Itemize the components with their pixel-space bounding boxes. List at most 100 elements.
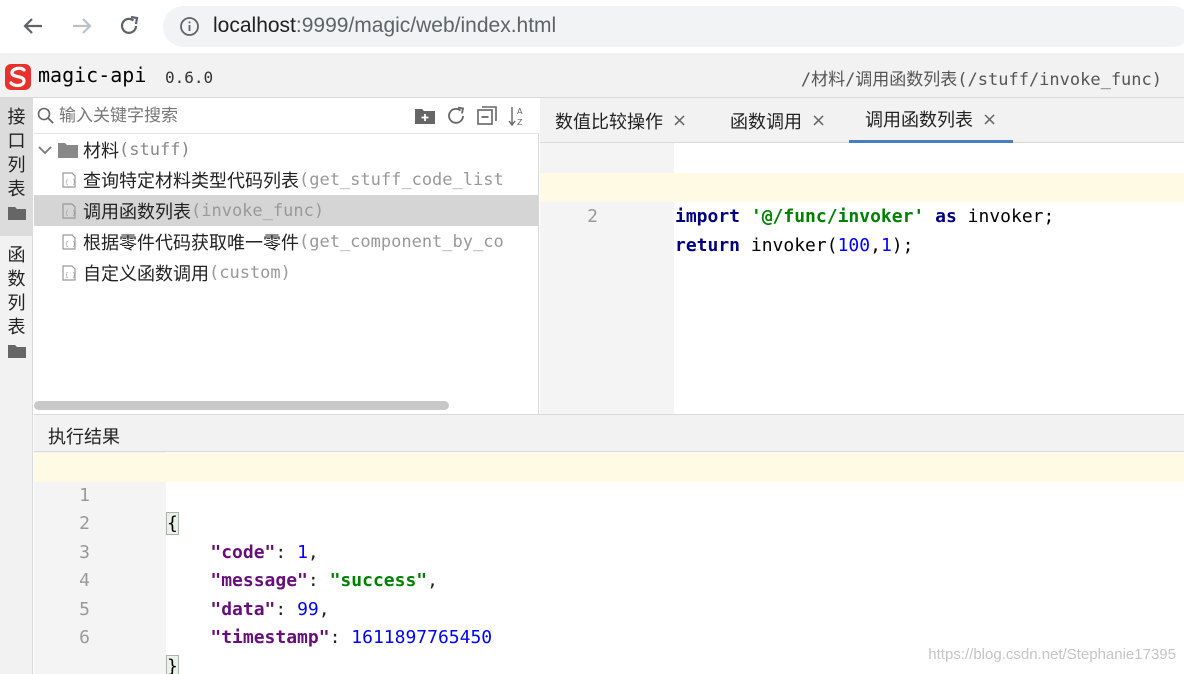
back-arrow-icon[interactable] <box>18 11 48 41</box>
refresh-icon[interactable] <box>445 105 467 127</box>
code-call: invoker( <box>750 235 838 256</box>
json-brace: } <box>166 654 179 674</box>
file-icon: { } <box>62 233 76 250</box>
code-keyword: as <box>935 206 957 227</box>
svg-text:{ }: { } <box>65 210 76 217</box>
url-host: localhost <box>213 14 296 37</box>
result-panel-header[interactable]: 执行结果 <box>34 414 1184 452</box>
tab-number-compare[interactable]: 数值比较操作 × <box>555 98 687 143</box>
result-line: 4 "data": 99, <box>34 539 1184 620</box>
side-tab-function-list[interactable]: 函 数 列 表 <box>0 244 33 374</box>
side-tab-api-list[interactable]: 接 口 列 表 <box>0 98 33 236</box>
tree-item[interactable]: { } 根据零件代码获取唯一零件 (get_component_by_co <box>34 226 539 257</box>
tree-item-path: (get_stuff_code_list <box>299 169 504 190</box>
svg-text:{ }: { } <box>65 272 76 279</box>
code-number: 100 <box>837 235 871 256</box>
code-line: 1 import '@/func/invoker' as invoker; <box>540 144 1184 227</box>
json-key: "timestamp" <box>210 627 330 648</box>
code-identifier: invoker; <box>967 206 1055 227</box>
side-tab-char: 表 <box>7 179 26 200</box>
side-tab-bar: 接 口 列 表 函 数 列 表 <box>0 98 33 674</box>
tree-group-path: (stuff) <box>119 139 191 160</box>
side-tab-char: 数 <box>7 269 26 290</box>
tree-group-label: 材料 <box>83 140 119 162</box>
result-line: 3 "message": "success", <box>34 510 1184 592</box>
side-tab-char: 口 <box>7 131 26 152</box>
tree-item-selected[interactable]: { } 调用函数列表 (invoke_func) <box>34 195 539 226</box>
close-icon[interactable]: × <box>982 109 997 130</box>
reload-icon[interactable] <box>114 11 144 41</box>
svg-text:A: A <box>517 107 523 116</box>
code-punct: ); <box>891 235 914 256</box>
result-viewer[interactable]: 1 { 2 "code": 1, 3 "message": "success",… <box>34 452 1184 674</box>
side-tab-char: 表 <box>7 317 26 338</box>
result-line: 2 "code": 1, <box>34 482 1184 563</box>
file-icon: { } <box>62 264 76 281</box>
tree-group-row[interactable]: 材料 (stuff) <box>34 134 539 165</box>
file-icon: { } <box>62 202 76 219</box>
collapse-icon[interactable] <box>476 105 498 127</box>
app-name: magic-api <box>38 63 147 87</box>
info-icon[interactable] <box>179 16 200 37</box>
tab-label: 函数调用 <box>730 111 802 133</box>
code-string: '@/func/invoker' <box>750 206 925 227</box>
folder-icon <box>58 142 78 158</box>
app-header: magic-api 0.6.0 /材料/调用函数列表(/stuff/invoke… <box>0 53 1184 98</box>
api-tree-panel: AZ 材料(stuff) { } 查询特定材料类型代码列表(get_stuff_… <box>34 98 539 414</box>
tree-item-label: 查询特定材料类型代码列表 <box>83 170 299 192</box>
tree-item-path: (invoke_func) <box>191 200 325 221</box>
result-line-current: 1 { <box>34 453 1184 535</box>
result-line: 6 } <box>34 596 1184 674</box>
result-title: 执行结果 <box>48 427 120 448</box>
url-path: :9999/magic/web/index.html <box>295 14 557 37</box>
tree-item-label: 调用函数列表 <box>83 201 191 223</box>
code-punct: , <box>870 235 881 256</box>
side-tab-char: 接 <box>7 107 26 128</box>
script-editor[interactable]: 1 import '@/func/invoker' as invoker; 2 … <box>540 143 1184 414</box>
app-version: 0.6.0 <box>165 68 214 87</box>
folder-icon <box>7 207 26 220</box>
search-input[interactable] <box>59 103 409 129</box>
tree-item-path: (custom) <box>209 262 291 283</box>
code-number: 1 <box>880 235 892 256</box>
address-bar[interactable]: localhost:9999/magic/web/index.html <box>163 6 1184 47</box>
folder-icon <box>7 345 26 358</box>
sort-icon[interactable]: AZ <box>507 105 529 127</box>
browser-toolbar: localhost:9999/magic/web/index.html <box>0 0 1184 53</box>
close-icon[interactable]: × <box>672 110 687 131</box>
editor-tab-bar: 数值比较操作 × 函数调用 × 调用函数列表 × <box>540 98 1184 143</box>
file-icon: { } <box>62 171 76 188</box>
line-number: 6 <box>79 627 90 648</box>
tree-item[interactable]: { } 自定义函数调用 (custom) <box>34 257 539 288</box>
code-line-current: 2 return invoker(100,1); <box>540 173 1184 256</box>
tree-horizontal-scrollbar[interactable] <box>34 401 449 410</box>
tree-item-path: (get_component_by_co <box>299 231 504 252</box>
code-keyword: return <box>675 235 741 256</box>
tree-item-label: 自定义函数调用 <box>83 263 209 285</box>
tree-item[interactable]: { } 查询特定材料类型代码列表 (get_stuff_code_list <box>34 164 539 195</box>
current-api-path: /材料/调用函数列表(/stuff/invoke_func) <box>800 70 1162 90</box>
forward-arrow-icon[interactable] <box>67 11 97 41</box>
side-tab-char: 函 <box>7 245 26 266</box>
tree-toolbar: AZ <box>34 98 539 134</box>
tab-label: 调用函数列表 <box>865 110 973 131</box>
line-number: 2 <box>587 206 598 227</box>
svg-text:Z: Z <box>517 118 523 127</box>
watermark: https://blog.csdn.net/Stephanie17395 <box>928 646 1176 663</box>
tree-item-label: 根据零件代码获取唯一零件 <box>83 232 299 254</box>
result-line: 5 "timestamp": 1611897765450 <box>34 567 1184 649</box>
side-tab-char: 列 <box>7 293 26 314</box>
magic-api-logo <box>4 63 32 91</box>
svg-text:{ }: { } <box>65 241 76 248</box>
tab-function-call[interactable]: 函数调用 × <box>730 98 826 143</box>
svg-text:{ }: { } <box>65 179 76 186</box>
add-folder-icon[interactable] <box>414 105 436 127</box>
json-value: 1611897765450 <box>351 627 493 648</box>
tab-invoke-func[interactable]: 调用函数列表 × <box>849 98 1014 143</box>
search-icon <box>37 107 54 124</box>
chevron-down-icon[interactable] <box>37 142 53 158</box>
url-text[interactable]: localhost:9999/magic/web/index.html <box>213 14 556 38</box>
tab-label: 数值比较操作 <box>555 111 663 133</box>
side-tab-char: 列 <box>7 155 26 176</box>
close-icon[interactable]: × <box>811 110 826 131</box>
